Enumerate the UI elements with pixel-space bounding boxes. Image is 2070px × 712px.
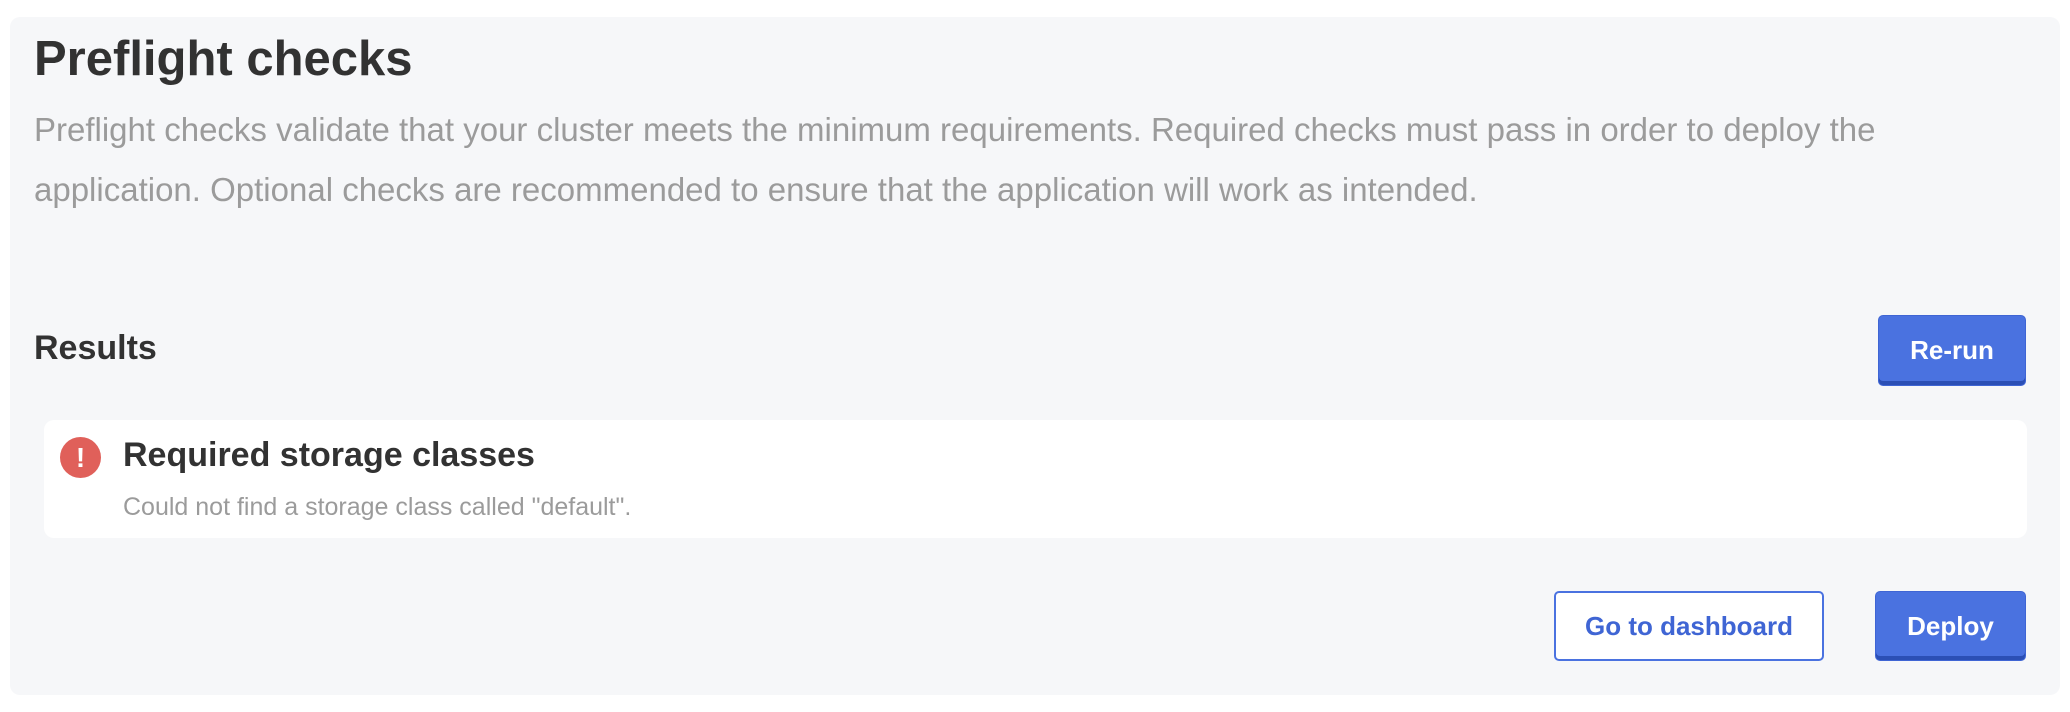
result-title: Required storage classes [123, 436, 535, 474]
page-title: Preflight checks [34, 32, 413, 86]
result-item-required-storage-classes: ! Required storage classes Could not fin… [44, 420, 2027, 538]
results-heading: Results [34, 329, 157, 367]
deploy-button[interactable]: Deploy [1875, 591, 2026, 661]
result-message: Could not find a storage class called "d… [123, 493, 632, 521]
rerun-button[interactable]: Re-run [1878, 315, 2026, 386]
page-description: Preflight checks validate that your clus… [34, 111, 1876, 208]
error-icon: ! [60, 437, 101, 478]
go-to-dashboard-button[interactable]: Go to dashboard [1554, 591, 1824, 661]
